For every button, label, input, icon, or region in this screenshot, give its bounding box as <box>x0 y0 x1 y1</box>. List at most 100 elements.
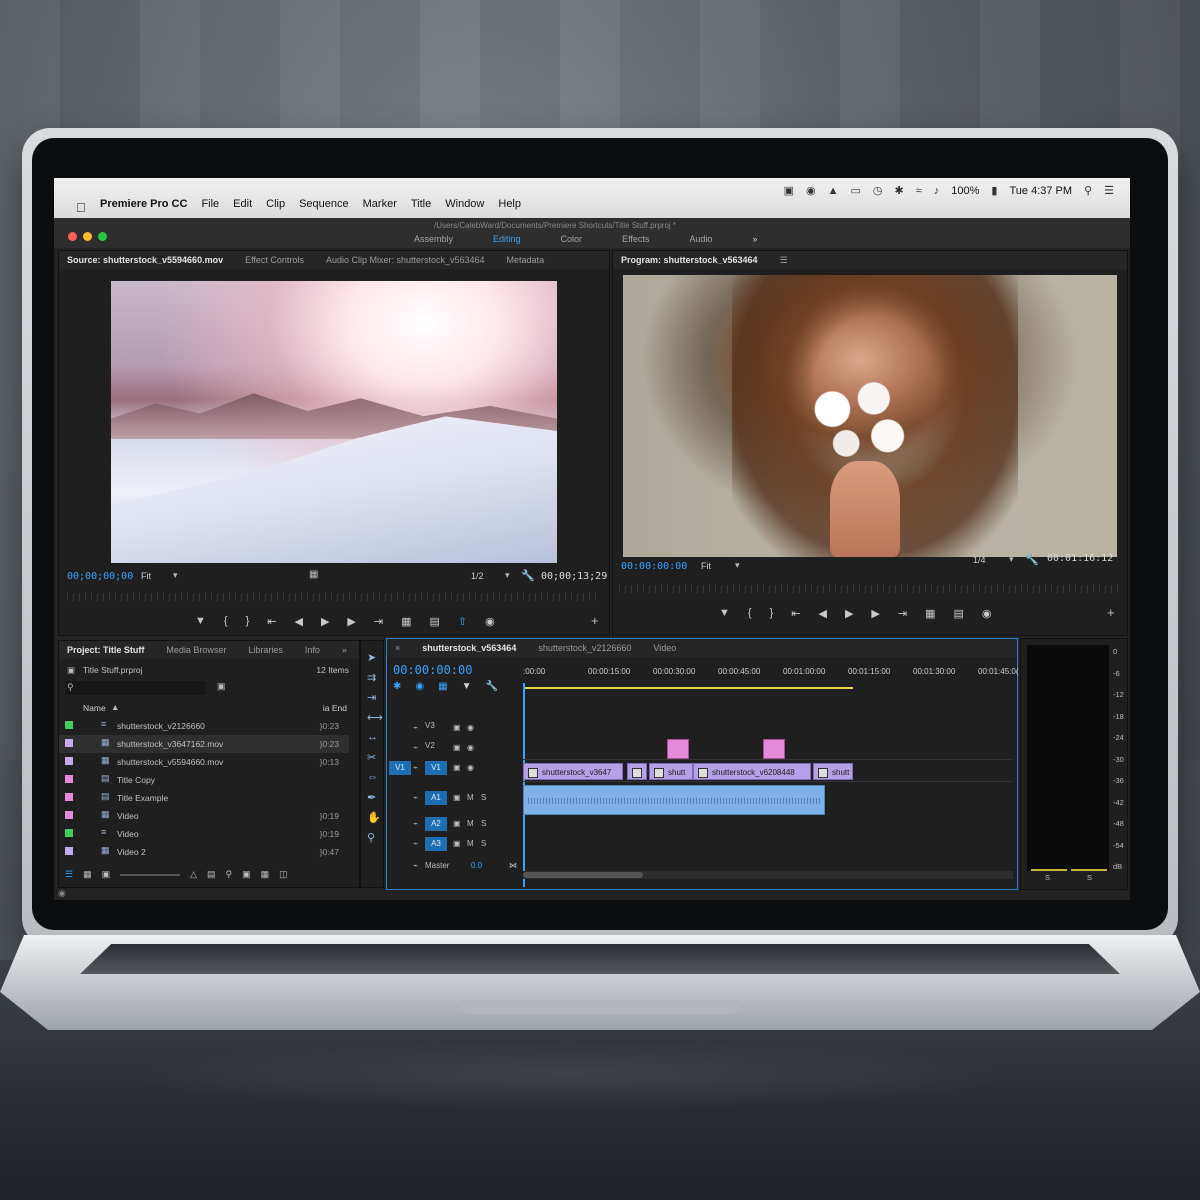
extract-icon[interactable]: ▤ <box>954 607 964 620</box>
meter-solo-left[interactable]: S <box>1045 873 1050 882</box>
find-icon[interactable]: ⚲ <box>226 869 233 880</box>
lock-icon[interactable]: ⌁ <box>413 763 418 772</box>
workspace-audio[interactable]: Audio <box>689 234 712 244</box>
minimize-window-icon[interactable] <box>83 232 92 241</box>
master-keyframe-icon[interactable]: ⋈ <box>509 861 517 870</box>
video-clip-v1[interactable]: shutt <box>649 763 693 780</box>
toggle-sync-lock-icon[interactable]: ▣ <box>453 723 461 732</box>
source-video-frame[interactable] <box>111 281 557 563</box>
icon-view-icon[interactable]: ▦ <box>83 869 92 880</box>
step-forward-icon[interactable]: ▶ <box>871 607 879 620</box>
label-color-swatch[interactable] <box>65 847 73 855</box>
overwrite-icon[interactable]: ▤ <box>430 615 440 628</box>
menu-help[interactable]: Help <box>498 198 521 210</box>
program-playhead-timecode[interactable]: 00:00:00:00 <box>621 561 687 572</box>
snap-icon[interactable]: ✱ <box>393 681 401 692</box>
tab-media-browser[interactable]: Media Browser <box>166 645 226 655</box>
mute-button[interactable]: M <box>467 839 474 848</box>
voice-over-icon[interactable]: ▣ <box>453 819 461 828</box>
ripple-edit-tool-icon[interactable]: ⇥ <box>367 691 376 704</box>
workspace-effects[interactable]: Effects <box>622 234 649 244</box>
tab-source[interactable]: Source: shutterstock_v5594660.mov <box>67 255 223 265</box>
sort-ascending-icon[interactable]: ▲ <box>111 702 119 712</box>
title-clip-v2[interactable] <box>763 739 785 759</box>
bluetooth-icon[interactable]: ✱ <box>895 184 904 197</box>
spotlight-search-icon[interactable]: ⚲ <box>1084 184 1092 197</box>
battery-icon[interactable]: ▮ <box>991 184 997 197</box>
eye-icon[interactable]: ◉ <box>467 743 474 752</box>
source-fit-dropdown[interactable]: Fit <box>141 571 151 581</box>
creative-cloud-icon[interactable]: ◉ <box>806 184 816 197</box>
voice-over-icon[interactable]: ▣ <box>453 839 461 848</box>
tab-effect-controls[interactable]: Effect Controls <box>245 255 304 265</box>
menu-clock[interactable]: Tue 4:37 PM <box>1009 185 1072 197</box>
track-label-a3[interactable]: A3 <box>425 837 447 851</box>
timeline-ruler[interactable]: :00:00 00:00:15:00 00:00:30:00 00:00:45:00 0… <box>523 667 1018 687</box>
label-color-swatch[interactable] <box>65 811 73 819</box>
lock-icon[interactable]: ⌁ <box>413 743 418 752</box>
notification-icon[interactable]: ▲ <box>828 185 839 197</box>
add-button-icon[interactable]: + <box>591 613 599 628</box>
step-back-icon[interactable]: ◀ <box>294 615 302 628</box>
wifi-icon[interactable]: ≈ <box>916 185 922 197</box>
menu-edit[interactable]: Edit <box>233 198 252 210</box>
lock-icon[interactable]: ⌁ <box>413 723 418 732</box>
mark-in-icon[interactable]: { <box>748 607 752 620</box>
chevron-down-icon[interactable]: ▾ <box>173 570 178 581</box>
insert-nest-icon[interactable]: ▦ <box>438 681 447 692</box>
tab-project[interactable]: Project: Title Stuff <box>67 645 144 655</box>
source-resolution-dropdown[interactable]: 1/2 <box>471 571 484 581</box>
hand-tool-icon[interactable]: ✋ <box>367 811 381 824</box>
selection-tool-icon[interactable]: ➤ <box>367 651 376 664</box>
wrench-icon[interactable]: 🔧 <box>521 569 535 582</box>
tabs-overflow-icon[interactable]: » <box>342 645 347 655</box>
voice-over-icon[interactable]: ▣ <box>453 793 461 802</box>
track-label-a2[interactable]: A2 <box>425 817 447 831</box>
timeline-settings-icon[interactable]: 🔧 <box>485 681 497 692</box>
solo-button[interactable]: S <box>481 793 486 802</box>
column-name-header[interactable]: Name <box>83 703 106 713</box>
go-to-out-icon[interactable]: ⇥ <box>898 607 907 620</box>
tab-info[interactable]: Info <box>305 645 320 655</box>
project-item-row[interactable]: ▦ shutterstock_v5594660.mov}0:13 <box>59 753 349 771</box>
work-area-bar[interactable] <box>523 687 853 689</box>
project-search-input[interactable]: ⚲ <box>65 681 205 695</box>
slip-tool-icon[interactable]: ⇔ <box>367 771 378 783</box>
master-volume-value[interactable]: 0.0 <box>471 861 482 870</box>
meter-solo-right[interactable]: S <box>1087 873 1092 882</box>
play-icon[interactable]: ▶ <box>321 615 329 628</box>
column-media-end-header[interactable]: ia End <box>323 703 347 713</box>
go-to-in-icon[interactable]: ⇤ <box>267 615 276 628</box>
project-item-row[interactable]: ▤ Title Example <box>59 789 349 807</box>
track-label-v2[interactable]: V2 <box>425 741 435 750</box>
lock-icon[interactable]: ⌁ <box>413 793 418 802</box>
lift-icon[interactable]: ▦ <box>925 607 935 620</box>
tab-sequence-video[interactable]: Video <box>653 643 676 653</box>
close-window-icon[interactable] <box>68 232 77 241</box>
mark-out-icon[interactable]: } <box>246 615 250 628</box>
track-label-v1[interactable]: V1 <box>425 761 447 775</box>
label-color-swatch[interactable] <box>65 757 73 765</box>
lock-icon[interactable]: ⌁ <box>413 819 418 828</box>
volume-icon[interactable]: ♪ <box>934 185 940 197</box>
freeform-view-icon[interactable]: ▣ <box>102 869 111 880</box>
time-machine-icon[interactable]: ◷ <box>873 184 883 197</box>
program-resolution-dropdown[interactable]: 1/4 <box>973 555 986 565</box>
go-to-in-icon[interactable]: ⇤ <box>791 607 800 620</box>
new-bin-icon[interactable]: ▣ <box>217 681 226 692</box>
label-color-swatch[interactable] <box>65 739 73 747</box>
label-color-swatch[interactable] <box>65 829 73 837</box>
chevron-down-icon[interactable]: ▾ <box>735 560 740 571</box>
tab-sequence-v2126660[interactable]: shutterstock_v2126660 <box>538 643 631 653</box>
video-clip-v1[interactable]: shutterstock_v3647 <box>523 763 623 780</box>
track-label-a1[interactable]: A1 <box>425 791 447 805</box>
mute-button[interactable]: M <box>467 819 474 828</box>
audio-clip-a1[interactable] <box>523 785 825 815</box>
rate-stretch-tool-icon[interactable]: ↔ <box>367 731 378 743</box>
source-time-ruler[interactable] <box>67 593 601 601</box>
menu-marker[interactable]: Marker <box>363 198 397 210</box>
source-playhead-timecode[interactable]: 00;00;00;00 <box>67 571 133 582</box>
panel-menu-icon[interactable]: ☰ <box>780 255 788 266</box>
automate-sequence-icon[interactable]: ▤ <box>207 869 216 880</box>
zoom-window-icon[interactable] <box>98 232 107 241</box>
